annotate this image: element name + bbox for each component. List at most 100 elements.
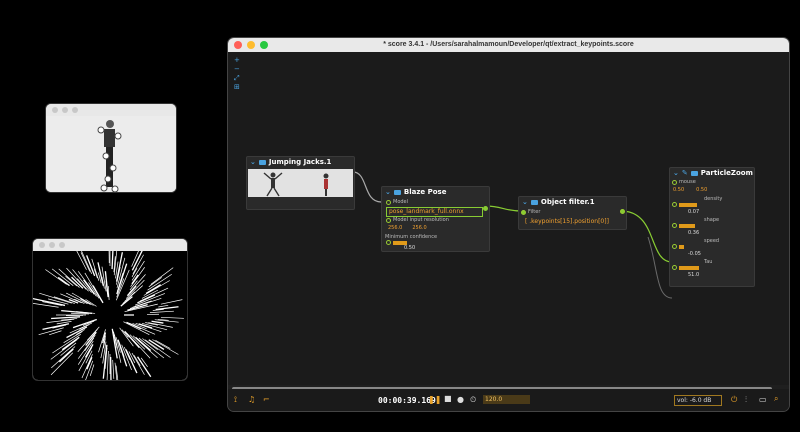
particle-streak <box>42 323 70 330</box>
folder-icon <box>393 189 401 195</box>
mixer-icon[interactable]: ⫶ <box>745 395 747 405</box>
param-bar[interactable] <box>679 223 695 228</box>
minimize-dot[interactable] <box>49 242 55 248</box>
param-slider[interactable] <box>672 223 695 228</box>
close-dot[interactable] <box>52 107 58 113</box>
folder-icon <box>690 170 698 176</box>
param-name: shape <box>704 217 720 223</box>
filter-port-row: Filter <box>521 209 540 215</box>
particle-streak <box>147 273 172 291</box>
particle-streak <box>119 327 134 347</box>
param-bar[interactable] <box>679 244 684 249</box>
particle-streak <box>111 241 114 270</box>
param-slider[interactable] <box>672 244 684 249</box>
outlet-port[interactable] <box>483 206 488 211</box>
console-icon[interactable]: ▭ <box>759 395 767 404</box>
node-jumping-jacks[interactable]: ⌄ Jumping Jacks.1 <box>246 156 355 210</box>
inlet-port[interactable] <box>672 202 677 207</box>
chevron-down-icon[interactable]: ⌄ <box>522 198 528 206</box>
particle-streak <box>85 331 97 346</box>
mouse-values[interactable]: 0.50 0.50 <box>673 187 707 193</box>
particle-streak <box>51 268 74 286</box>
music-note-icon[interactable]: ♫ <box>248 395 255 404</box>
window-title: * score 3.4.1 - /Users/sarahalmamoun/Dev… <box>383 41 634 48</box>
mouse-y[interactable]: 0.50 <box>696 187 707 193</box>
particle-streak <box>117 339 128 367</box>
node-title: Object filter.1 <box>540 198 595 206</box>
stop-icon[interactable]: ■ <box>444 394 452 403</box>
node-header[interactable]: ⌄ Blaze Pose <box>382 187 489 197</box>
preview-titlebar[interactable] <box>33 239 187 251</box>
inlet-port[interactable] <box>386 240 391 245</box>
resolution-width[interactable]: 256.0 <box>388 225 402 231</box>
cable-pose-to-filter[interactable] <box>484 205 523 212</box>
inlet-port[interactable] <box>521 209 526 215</box>
zoom-dot[interactable] <box>59 242 65 248</box>
resolution-row: Model input resolution <box>386 217 449 223</box>
close-dot[interactable] <box>39 242 45 248</box>
param-slider[interactable] <box>672 265 699 270</box>
node-header[interactable]: ⌄ ✎ ParticleZoom <box>670 168 754 178</box>
volume-field[interactable]: vol: -6.0 dB <box>674 395 722 406</box>
mouse-x[interactable]: 0.50 <box>673 187 684 193</box>
mouse-label: mouse <box>679 179 696 185</box>
node-title: ParticleZoom <box>700 169 753 177</box>
resolution-height[interactable]: 256.0 <box>412 225 426 231</box>
param-bar[interactable] <box>679 265 699 270</box>
confidence-bar[interactable] <box>393 240 407 245</box>
video-preview <box>46 116 176 192</box>
patch-canvas[interactable]: + − ⤢ ⊞ ⌄ Jumping Jacks.1 ⌄ Blaze Pose M… <box>228 52 789 391</box>
node-object-filter[interactable]: ⌄ Object filter.1 Filter [ .keypoints[15… <box>518 196 627 230</box>
param-slider[interactable] <box>672 202 697 207</box>
transport-bar: ⟟ ♫ ⌐ 00:00:39.169 ❚❚ ■ ● ⏲ 120.0 vol: -… <box>228 389 789 411</box>
inlet-port[interactable] <box>386 217 391 223</box>
cable-tool-icon[interactable]: ⟟ <box>234 395 237 405</box>
inlet-port[interactable] <box>672 265 677 270</box>
confidence-value: 0.50 <box>404 245 416 251</box>
node-title: Jumping Jacks.1 <box>268 158 332 166</box>
particle-streak <box>50 352 74 376</box>
particle-preview-window[interactable] <box>33 239 187 380</box>
particle-zoom-graphic <box>33 239 184 380</box>
param-value: 51.0 <box>688 272 700 278</box>
chevron-down-icon[interactable]: ⌄ <box>673 169 679 177</box>
node-header[interactable]: ⌄ Jumping Jacks.1 <box>247 157 354 167</box>
video-preview-window[interactable] <box>46 104 176 192</box>
particle-streak <box>93 268 98 279</box>
filter-expression[interactable]: [ .keypoints[15].position[0]] <box>525 218 609 225</box>
model-field[interactable]: pose_landmark_full.onnx <box>386 207 483 217</box>
preview-titlebar[interactable] <box>46 104 176 116</box>
minimize-dot[interactable] <box>62 107 68 113</box>
dancer-figure <box>46 116 176 192</box>
edit-icon[interactable]: ✎ <box>682 169 688 177</box>
power-icon[interactable]: ⏻ <box>731 395 737 405</box>
param-name: Tau <box>704 259 713 265</box>
model-port-row: Model <box>386 199 408 205</box>
inlet-port[interactable] <box>672 223 677 228</box>
node-blaze-pose[interactable]: ⌄ Blaze Pose Model pose_landmark_full.on… <box>381 186 490 252</box>
cable-filter-to-speed[interactable] <box>620 210 673 263</box>
resolution-values[interactable]: 256.0 256.0 <box>388 225 427 231</box>
particle-streak <box>107 286 110 301</box>
search-icon[interactable]: ⌕ <box>774 394 778 404</box>
inlet-port[interactable] <box>386 199 391 205</box>
folder-icon <box>258 159 266 165</box>
curve-icon[interactable]: ⌐ <box>263 395 270 404</box>
node-header[interactable]: ⌄ Object filter.1 <box>519 197 626 207</box>
chevron-down-icon[interactable]: ⌄ <box>385 188 391 196</box>
node-particle-zoom[interactable]: ⌄ ✎ ParticleZoom mouse 0.50 0.50 density… <box>669 167 755 287</box>
window-titlebar[interactable]: * score 3.4.1 - /Users/sarahalmamoun/Dev… <box>228 38 789 52</box>
tempo-field[interactable]: 120.0 <box>483 395 530 404</box>
inlet-port[interactable] <box>672 179 677 185</box>
score-window[interactable]: * score 3.4.1 - /Users/sarahalmamoun/Dev… <box>228 38 789 411</box>
outlet-port[interactable] <box>620 209 625 214</box>
chevron-down-icon[interactable]: ⌄ <box>250 158 256 166</box>
metronome-icon[interactable]: ⏲ <box>470 395 476 405</box>
zoom-dot[interactable] <box>72 107 78 113</box>
pause-icon[interactable]: ❚❚ <box>428 395 441 404</box>
param-bar[interactable] <box>679 202 697 207</box>
cable-video-to-pose[interactable] <box>352 171 382 203</box>
particle-streak <box>122 285 143 304</box>
inlet-port[interactable] <box>672 244 677 249</box>
record-icon[interactable]: ● <box>457 395 464 404</box>
